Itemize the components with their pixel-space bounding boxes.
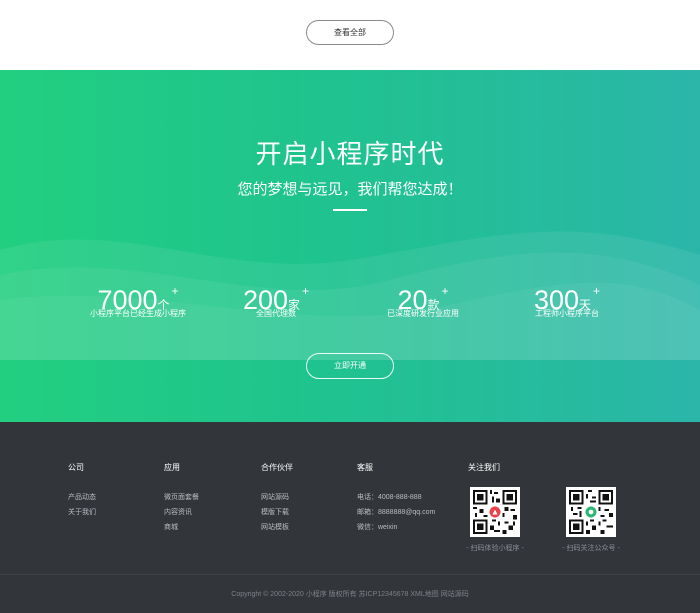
stat-description: 小程序平台已经生成小程序 [90, 309, 186, 318]
hero-title: 开启小程序时代 [255, 139, 445, 169]
qr-miniprogram: - 扫码体验小程序 - [460, 487, 530, 553]
stat-item: 200家+ 全国代理数 [196, 274, 356, 319]
footer-column-title: 公司 [68, 463, 84, 472]
hero-subtitle: 您的梦想与远见，我们帮您达成！ [237, 181, 463, 198]
footer-link[interactable]: 商城 [164, 520, 199, 535]
qr-caption: - 扫码体验小程序 - [466, 545, 524, 552]
contact-email: 邮箱：8888888@qq.com [357, 509, 436, 516]
footer-column-title: 关注我们 [468, 463, 500, 472]
hero-divider [333, 209, 367, 211]
stat-item: 7000个+ 小程序平台已经生成小程序 [58, 274, 218, 319]
stat-item: 300天+ 工程师小程序平台 [487, 274, 647, 319]
footer-column-service: 客服 电话：4008-888-888 邮箱：8888888@qq.com 微信：… [357, 462, 435, 535]
stat-description: 工程师小程序平台 [535, 309, 599, 318]
stat-plus: + [171, 284, 179, 298]
qr-official-account: - 扫码关注公众号 - [556, 487, 626, 553]
copyright: Copyright © 2002-2020 小程序 版权所有 苏ICP12345… [231, 591, 469, 598]
stat-plus: + [441, 284, 449, 298]
stat-plus: + [302, 284, 310, 298]
stat-plus: + [593, 284, 601, 298]
qr-caption: - 扫码关注公众号 - [562, 545, 620, 552]
stat-item: 20款+ 已深度研发行业应用 [343, 274, 503, 319]
footer-link[interactable]: 微页面套餐 [164, 490, 199, 505]
footer-column-title: 客服 [357, 463, 373, 472]
stat-description: 已深度研发行业应用 [387, 309, 459, 318]
footer-link[interactable]: 产品动态 [68, 490, 96, 505]
hero-banner: 开启小程序时代 您的梦想与远见，我们帮您达成！ 7000个+ 小程序平台已经生成… [0, 70, 700, 422]
footer-column-title: 应用 [164, 463, 180, 472]
footer-link[interactable]: 网站模板 [261, 520, 293, 535]
qr-code-icon [470, 487, 520, 537]
contact-wechat: 微信：weixin [357, 524, 398, 531]
footer-link[interactable]: 内容资讯 [164, 505, 199, 520]
qr-code-icon [566, 487, 616, 537]
open-now-button[interactable]: 立即开通 [306, 353, 394, 379]
footer-link[interactable]: 关于我们 [68, 505, 96, 520]
footer-column-title: 合作伙伴 [261, 463, 293, 472]
footer-column-partners: 合作伙伴 网站源码 模版下载 网站模板 [261, 462, 293, 535]
contact-phone: 电话：4008-888-888 [357, 494, 422, 501]
footer-column-apps: 应用 微页面套餐 内容资讯 商城 [164, 462, 199, 535]
stat-description: 全国代理数 [256, 309, 296, 318]
footer-link[interactable]: 模版下载 [261, 505, 293, 520]
view-all-button[interactable]: 查看全部 [306, 20, 394, 45]
footer-column-company: 公司 产品动态 关于我们 [68, 462, 96, 520]
footer-divider [0, 574, 700, 575]
footer-link[interactable]: 网站源码 [261, 490, 293, 505]
footer-column-follow: 关注我们 [468, 462, 500, 490]
footer: 公司 产品动态 关于我们 应用 微页面套餐 内容资讯 商城 合作伙伴 网站源码 … [0, 422, 700, 613]
top-section: 查看全部 [0, 0, 700, 70]
